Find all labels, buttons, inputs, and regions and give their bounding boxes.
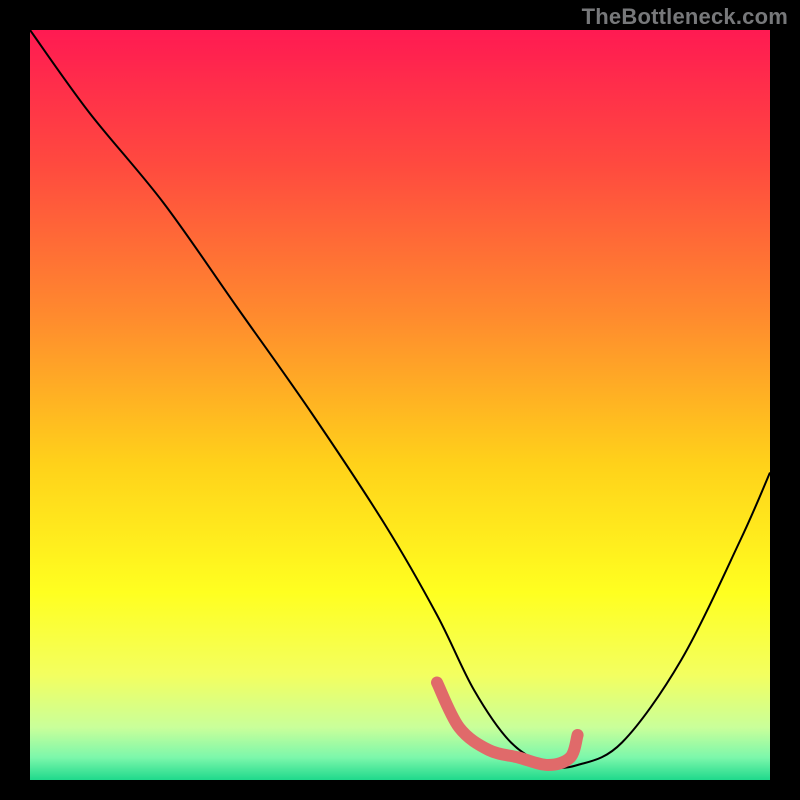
gradient-background — [30, 30, 770, 780]
bottleneck-chart — [0, 0, 800, 800]
chart-frame: TheBottleneck.com — [0, 0, 800, 800]
